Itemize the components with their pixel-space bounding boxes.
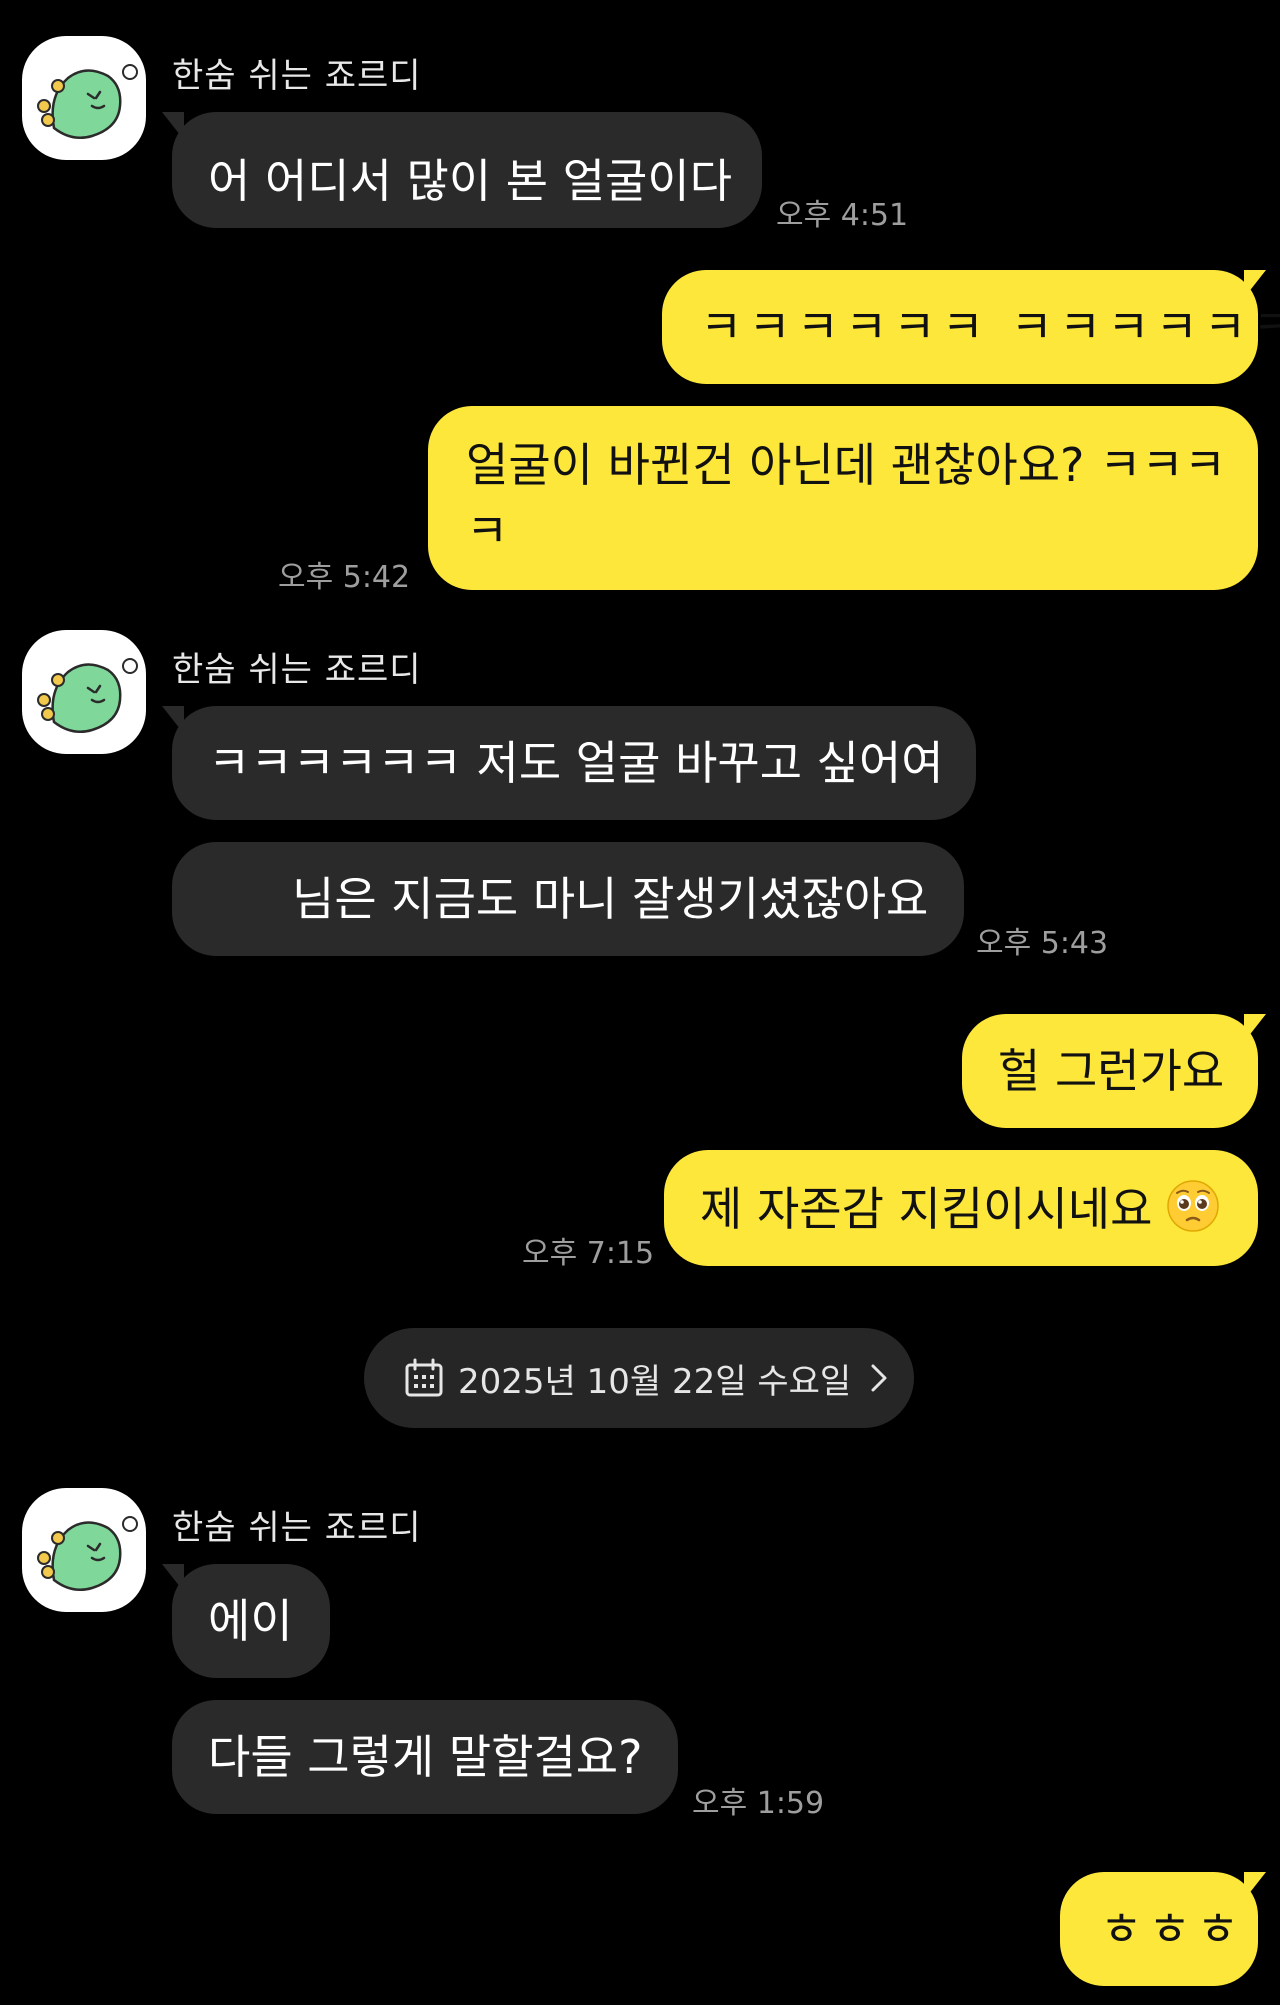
jordy-dinosaur-avatar-icon <box>37 64 138 139</box>
message-timestamp: 오후 4:51 <box>776 198 909 233</box>
message-text: ㅋㅋㅋㅋㅋㅋ ㅋㅋㅋㅋㅋㅋ <box>700 300 1280 354</box>
message-text-line: ㅋ <box>466 504 509 558</box>
message-timestamp: 오후 5:43 <box>976 926 1109 961</box>
sender-avatar[interactable] <box>22 1488 146 1612</box>
outgoing-message-bubble[interactable]: ㅎㅎㅎ <box>1060 1872 1258 1986</box>
jordy-dinosaur-avatar-icon <box>37 1516 138 1591</box>
incoming-message-bubble[interactable]: 어 어디서 많이 본 얼굴이다 <box>172 112 762 228</box>
message-text: 에이 <box>208 1594 293 1648</box>
message-text-line: 얼굴이 바뀐건 아닌데 괜찮아요? ㅋㅋㅋ <box>466 438 1227 492</box>
incoming-message-bubble[interactable]: 다들 그렇게 말할걸요? <box>172 1700 678 1814</box>
message-text: ㅎㅎㅎ <box>1100 1902 1245 1956</box>
message-text: ㅋㅋㅋㅋㅋㅋ 저도 얼굴 바꾸고 싶어여 <box>208 736 944 790</box>
sender-avatar[interactable] <box>22 630 146 754</box>
message-text: 제 자존감 지킴이시네요 <box>700 1182 1153 1236</box>
message-text: 어 어디서 많이 본 얼굴이다 <box>208 154 733 208</box>
date-divider-label: 2025년 10월 22일 수요일 <box>458 1361 852 1402</box>
sender-name: 한숨 쉬는 죠르디 <box>172 56 422 96</box>
sender-name: 한숨 쉬는 죠르디 <box>172 1508 422 1548</box>
message-text: 다들 그렇게 말할걸요? <box>208 1730 643 1784</box>
outgoing-message-bubble[interactable]: 얼굴이 바뀐건 아닌데 괜찮아요? ㅋㅋㅋ ㅋ <box>428 406 1258 590</box>
incoming-message-bubble[interactable]: ㅋㅋㅋㅋㅋㅋ 저도 얼굴 바꾸고 싶어여 <box>172 706 976 820</box>
outgoing-message-bubble[interactable]: 제 자존감 지킴이시네요 <box>664 1150 1258 1266</box>
date-divider-button[interactable]: 2025년 10월 22일 수요일 <box>364 1328 914 1428</box>
sender-avatar[interactable] <box>22 36 146 160</box>
message-text: 님은 지금도 마니 잘생기셨잖아요 <box>292 872 929 926</box>
incoming-message-bubble[interactable]: 에이 <box>172 1564 330 1678</box>
message-text: 헐 그런가요 <box>998 1044 1225 1098</box>
jordy-dinosaur-avatar-icon <box>37 658 138 733</box>
sender-name: 한숨 쉬는 죠르디 <box>172 650 422 690</box>
incoming-message-bubble[interactable]: 님은 지금도 마니 잘생기셨잖아요 <box>172 842 964 956</box>
outgoing-message-bubble[interactable]: 헐 그런가요 <box>962 1014 1258 1128</box>
calendar-icon <box>405 1358 443 1397</box>
message-timestamp: 오후 1:59 <box>692 1786 825 1821</box>
pleading-face-emoji-icon <box>1167 1180 1220 1232</box>
chevron-right-icon <box>871 1364 887 1392</box>
outgoing-message-bubble[interactable]: ㅋㅋㅋㅋㅋㅋ ㅋㅋㅋㅋㅋㅋ <box>662 270 1280 384</box>
message-timestamp: 오후 5:42 <box>278 560 411 595</box>
message-timestamp: 오후 7:15 <box>522 1236 655 1271</box>
